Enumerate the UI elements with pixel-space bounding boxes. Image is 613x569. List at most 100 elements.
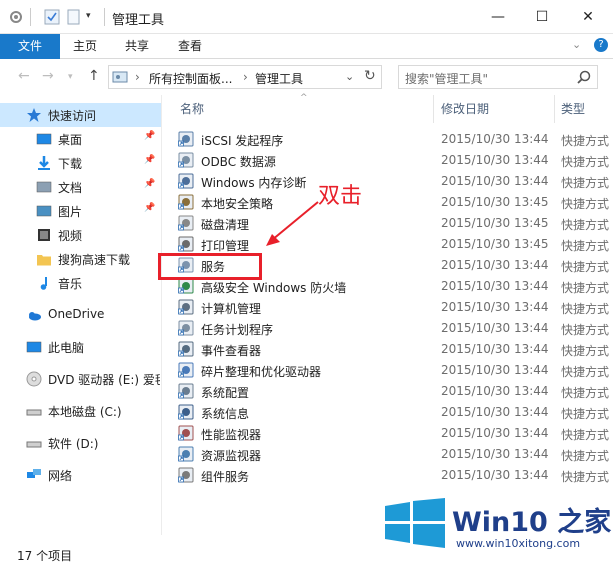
ribbon-tabs: 文件 主页 共享 查看 ⌄ ? [0,34,613,59]
file-date: 2015/10/30 13:44 [441,363,549,377]
shortcut-icon [178,152,194,168]
file-type: 快捷方式 [561,449,610,463]
forward-arrow-icon[interactable]: → [42,68,54,84]
nav-item[interactable]: OneDrive [0,303,161,327]
shortcut-icon [178,425,194,441]
file-row[interactable]: 资源监视器 2015/10/30 13:44 快捷方式 [174,444,613,465]
tab-file[interactable]: 文件 [0,34,60,59]
search-icon[interactable] [577,70,591,84]
music-icon [40,277,47,290]
file-row[interactable]: 碎片整理和优化驱动器 2015/10/30 13:44 快捷方式 [174,360,613,381]
shortcut-icon [178,467,194,483]
file-row[interactable]: 系统信息 2015/10/30 13:44 快捷方式 [174,402,613,423]
disk-icon [26,409,42,416]
up-arrow-icon[interactable]: ↑ [88,68,100,84]
file-row[interactable]: 本地安全策略 2015/10/30 13:45 快捷方式 [174,192,613,213]
file-date: 2015/10/30 13:44 [441,426,549,440]
column-header-type[interactable]: 类型 [561,95,585,123]
search-box[interactable]: 搜索"管理工具" [398,65,598,89]
file-date: 2015/10/30 13:44 [441,384,549,398]
maximize-button[interactable]: ☐ [519,0,565,34]
new-folder-icon[interactable] [66,9,82,25]
close-button[interactable]: ✕ [565,0,611,34]
file-type: 快捷方式 [561,281,610,295]
column-divider[interactable] [554,95,555,123]
nav-item[interactable]: 下载 📌 [0,151,161,175]
file-name: 系统信息 [201,407,250,421]
nav-item[interactable]: 搜狗高速下载 [0,247,161,271]
file-row[interactable]: 打印管理 2015/10/30 13:45 快捷方式 [174,234,613,255]
address-separator: › [135,70,140,84]
pin-icon[interactable]: 📌 [144,179,155,189]
nav-item[interactable]: 音乐 [0,271,161,295]
file-date: 2015/10/30 13:44 [441,153,549,167]
nav-item-label: DVD 驱动器 (E:) 爱毬 [48,373,160,387]
recent-locations-icon[interactable]: ▾ [68,72,73,82]
shortcut-icon [178,320,194,336]
nav-item-label: OneDrive [48,307,105,321]
minimize-button[interactable]: — [475,0,521,34]
nav-item[interactable]: 此电脑 [0,335,161,359]
file-row[interactable]: iSCSI 发起程序 2015/10/30 13:44 快捷方式 [174,129,613,150]
file-row[interactable]: 系统配置 2015/10/30 13:44 快捷方式 [174,381,613,402]
expand-ribbon-icon[interactable]: ⌄ [572,38,581,51]
breadcrumb-control-panel[interactable]: 所有控制面板... [149,70,232,87]
address-dropdown-icon[interactable]: ⌄ [345,70,354,83]
nav-item[interactable]: 本地磁盘 (C:) [0,399,161,423]
file-name: 高级安全 Windows 防火墙 [201,281,347,295]
cloud-icon [29,312,41,321]
file-name: 磁盘清理 [201,218,250,232]
file-name: Windows 内存诊断 [201,176,307,190]
shortcut-icon [178,194,194,210]
shortcut-icon [178,446,194,462]
document-icon [36,181,52,193]
file-type: 快捷方式 [561,365,610,379]
file-row[interactable]: 性能监视器 2015/10/30 13:44 快捷方式 [174,423,613,444]
file-row[interactable]: ODBC 数据源 2015/10/30 13:44 快捷方式 [174,150,613,171]
checkmark-icon[interactable] [44,9,60,25]
file-name: 打印管理 [201,239,250,253]
file-type: 快捷方式 [561,386,610,400]
nav-item[interactable]: 网络 [0,463,161,487]
refresh-icon[interactable]: ↻ [364,68,376,84]
nav-item[interactable]: DVD 驱动器 (E:) 爱毬 [0,367,161,391]
back-arrow-icon[interactable]: ← [18,68,30,84]
nav-item-label: 网络 [48,469,73,483]
column-header-date[interactable]: 修改日期 [441,95,489,123]
address-separator: › [243,70,248,84]
tab-share[interactable]: 共享 [114,34,160,59]
nav-item-label: 快速访问 [48,109,97,123]
column-header-name[interactable]: 名称 [180,95,204,123]
nav-item[interactable]: 视频 [0,223,161,247]
file-row[interactable]: 磁盘清理 2015/10/30 13:45 快捷方式 [174,213,613,234]
file-row[interactable]: Windows 内存诊断 2015/10/30 13:44 快捷方式 [174,171,613,192]
tab-home[interactable]: 主页 [62,34,108,59]
file-row[interactable]: 计算机管理 2015/10/30 13:44 快捷方式 [174,297,613,318]
nav-item[interactable]: 图片 📌 [0,199,161,223]
properties-icon[interactable] [8,9,24,25]
breadcrumb-admin-tools[interactable]: 管理工具 [255,70,303,87]
file-row[interactable]: 组件服务 2015/10/30 13:44 快捷方式 [174,465,613,486]
file-row[interactable]: 事件查看器 2015/10/30 13:44 快捷方式 [174,339,613,360]
address-bar[interactable]: › 所有控制面板... › 管理工具 ⌄ ↻ [108,65,382,89]
file-type: 快捷方式 [561,155,610,169]
shortcut-icon [178,383,194,399]
shortcut-icon [178,404,194,420]
help-icon[interactable]: ? [594,38,608,52]
picture-icon [36,205,52,217]
file-type: 快捷方式 [561,470,610,484]
quick-access-dropdown-icon[interactable]: ▾ [86,11,102,27]
search-input[interactable]: 搜索"管理工具" [405,70,488,87]
file-row[interactable]: 任务计划程序 2015/10/30 13:44 快捷方式 [174,318,613,339]
file-date: 2015/10/30 13:44 [441,300,549,314]
nav-item[interactable]: 文档 📌 [0,175,161,199]
nav-item[interactable]: 快速访问 [0,103,161,127]
nav-item[interactable]: 软件 (D:) [0,431,161,455]
dvd-icon [26,371,42,387]
nav-item[interactable]: 桌面 📌 [0,127,161,151]
pin-icon[interactable]: 📌 [144,155,155,165]
pin-icon[interactable]: 📌 [144,131,155,141]
tab-view[interactable]: 查看 [167,34,213,59]
column-divider[interactable] [433,95,434,123]
pin-icon[interactable]: 📌 [144,203,155,213]
